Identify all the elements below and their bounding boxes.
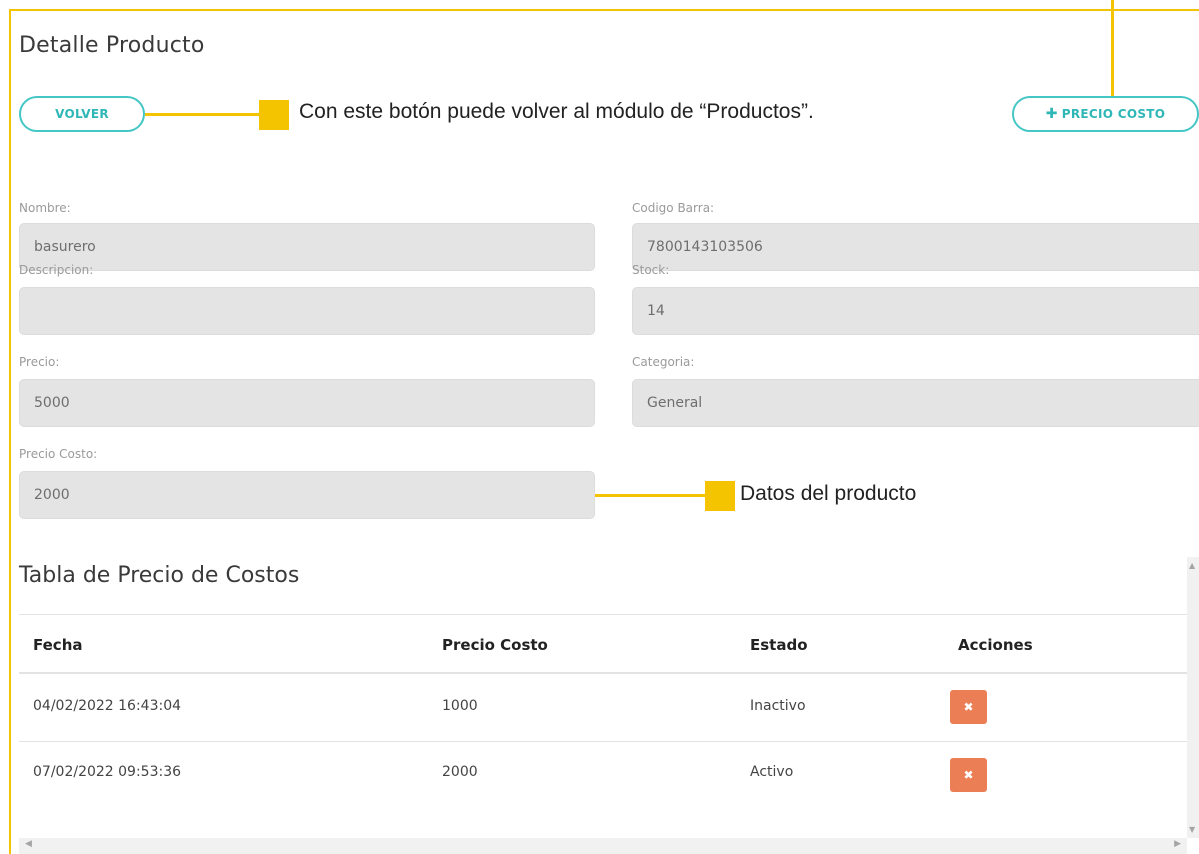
delete-row-button[interactable]: ✖	[950, 758, 987, 792]
cell-estado: Activo	[750, 764, 794, 780]
cell-precio-costo: 1000	[442, 698, 478, 714]
cost-table-title: Tabla de Precio de Costos	[19, 563, 300, 588]
scroll-right-icon[interactable]: ▶	[1174, 839, 1181, 849]
descripcion-label: Descripcion:	[19, 263, 94, 277]
scroll-up-icon[interactable]: ▲	[1189, 561, 1195, 570]
scroll-down-icon[interactable]: ▼	[1189, 825, 1195, 834]
callout-marker-back	[259, 100, 289, 130]
stock-field[interactable]: 14	[632, 287, 1199, 335]
back-button[interactable]: VOLVER	[19, 96, 145, 132]
header-precio-costo: Precio Costo	[442, 636, 548, 654]
callout-back-text: Con este botón puede volver al módulo de…	[299, 100, 814, 123]
descripcion-field[interactable]	[19, 287, 595, 335]
stock-label: Stock:	[632, 263, 670, 277]
close-icon: ✖	[963, 700, 974, 714]
table-row: 04/02/2022 16:43:04 1000 Inactivo ✖	[19, 674, 1187, 741]
callout-line-back	[145, 113, 261, 116]
back-button-label: VOLVER	[55, 107, 109, 121]
table-horizontal-scrollbar[interactable]: ◀ ▶	[19, 838, 1187, 854]
precio-costo-field[interactable]: 2000	[19, 471, 595, 519]
add-cost-price-label: PRECIO COSTO	[1061, 107, 1166, 121]
precio-label: Precio:	[19, 355, 60, 369]
cell-estado: Inactivo	[750, 698, 806, 714]
header-acciones: Acciones	[958, 636, 1033, 654]
add-cost-price-button[interactable]: ✚ PRECIO COSTO	[1012, 96, 1199, 132]
precio-costo-label: Precio Costo:	[19, 447, 98, 461]
callout-marker-data	[705, 481, 735, 511]
header-estado: Estado	[750, 636, 808, 654]
precio-field[interactable]: 5000	[19, 379, 595, 427]
cell-fecha: 07/02/2022 09:53:36	[33, 764, 182, 780]
scroll-left-icon[interactable]: ◀	[25, 839, 32, 849]
table-header-row: Fecha Precio Costo Estado Acciones	[19, 614, 1187, 674]
callout-line-data	[595, 494, 707, 497]
cell-precio-costo: 2000	[442, 764, 478, 780]
categoria-label: Categoria:	[632, 355, 695, 369]
table-vertical-scrollbar[interactable]: ▲ ▼	[1187, 557, 1199, 838]
page-title: Detalle Producto	[19, 33, 205, 58]
categoria-field[interactable]: General	[632, 379, 1199, 427]
header-fecha: Fecha	[33, 636, 83, 654]
codigo-barra-label: Codigo Barra:	[632, 201, 715, 215]
nombre-label: Nombre:	[19, 201, 71, 215]
callout-data-text: Datos del producto	[740, 482, 917, 505]
annotation-connector	[1111, 0, 1114, 100]
close-icon: ✖	[963, 768, 974, 782]
plus-icon: ✚	[1045, 106, 1058, 122]
cell-fecha: 04/02/2022 16:43:04	[33, 698, 182, 714]
delete-row-button[interactable]: ✖	[950, 690, 987, 724]
table-row: 07/02/2022 09:53:36 2000 Activo ✖	[19, 741, 1187, 807]
